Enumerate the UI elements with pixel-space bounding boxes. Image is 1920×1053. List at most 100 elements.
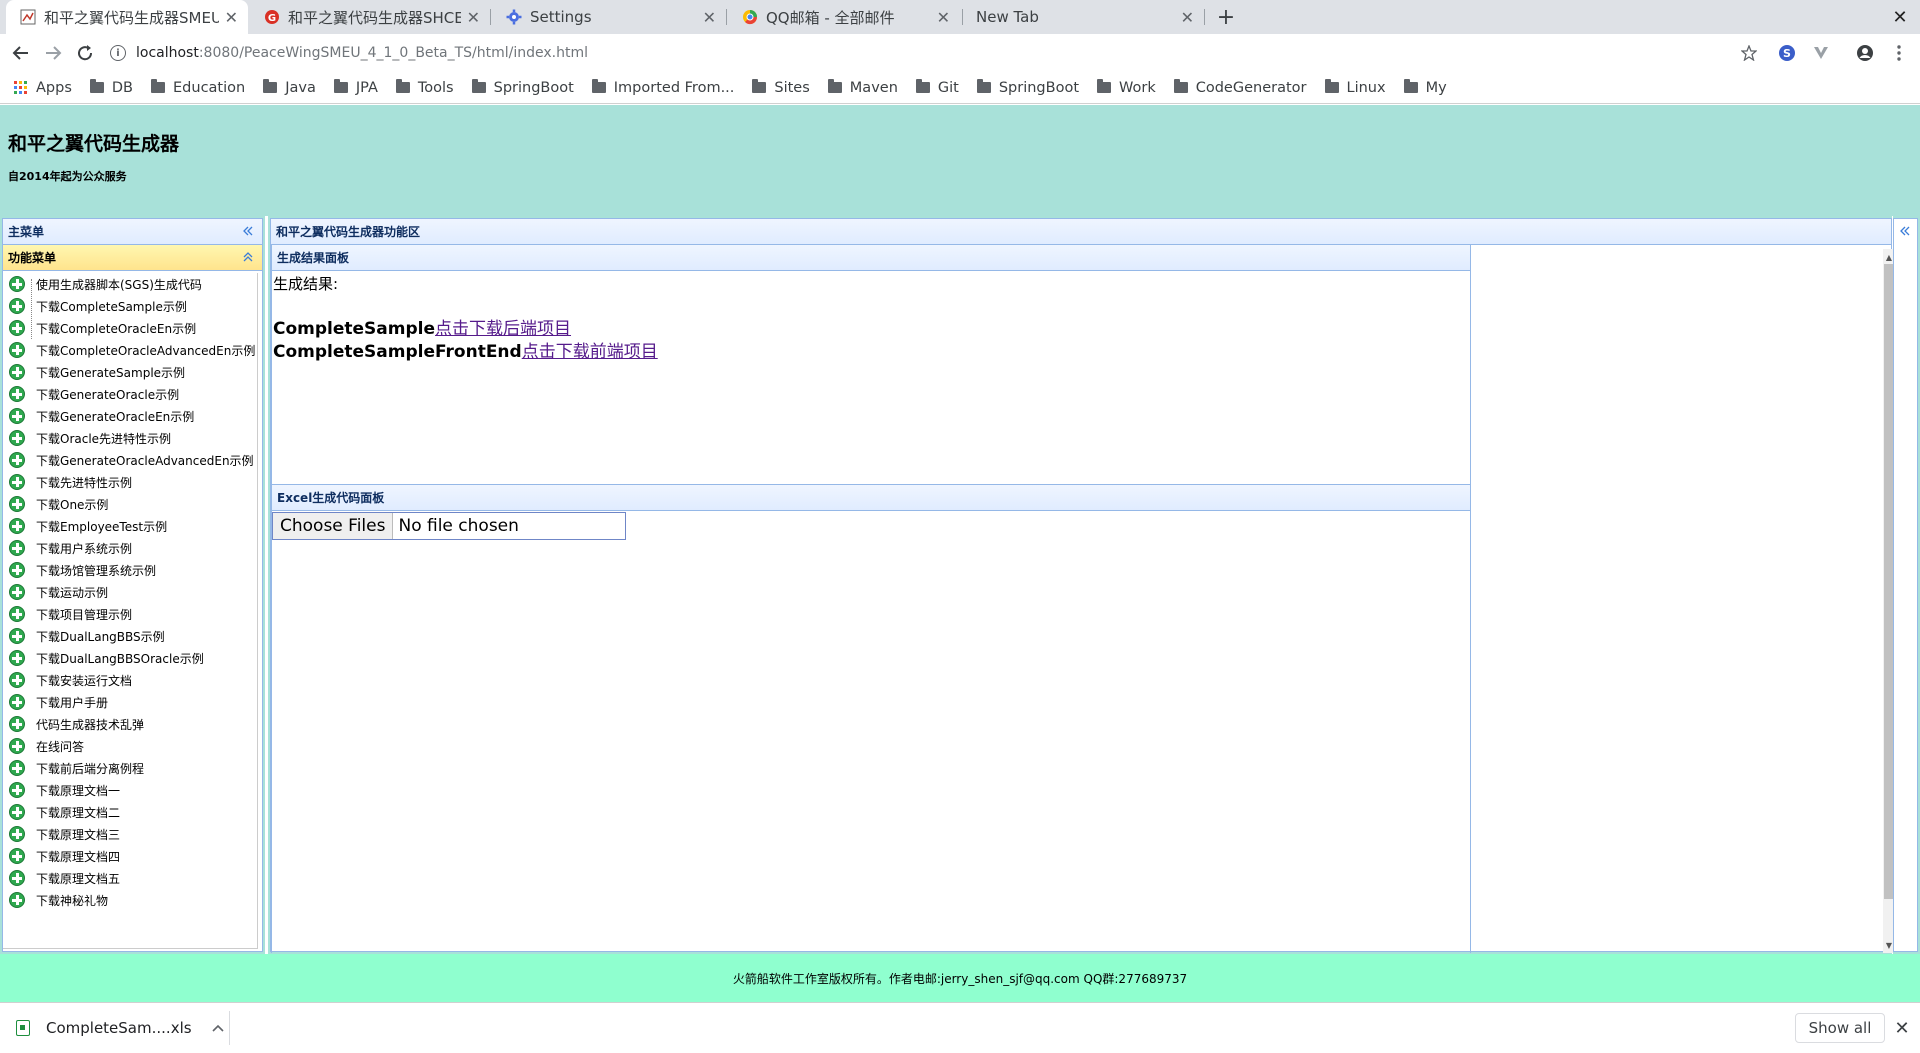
bookmark-label: Work	[1119, 79, 1156, 96]
close-icon[interactable]: ✕	[1892, 1015, 1912, 1041]
bookmark-folder[interactable]: CodeGenerator	[1173, 79, 1307, 96]
menu-item[interactable]: 下载DualLangBBS示例	[3, 625, 257, 647]
result-label: 生成结果:	[273, 275, 339, 293]
green-plus-icon	[9, 870, 25, 886]
download-frontend-link[interactable]: 点击下载前端项目	[522, 342, 658, 362]
tab-new-tab[interactable]: New Tab ✕	[964, 0, 1204, 34]
menu-item[interactable]: 下载神秘礼物	[3, 889, 257, 911]
reload-button[interactable]	[72, 40, 98, 66]
download-backend-link[interactable]: 点击下载后端项目	[435, 319, 571, 339]
tab-qq-mail[interactable]: QQ邮箱 - 全部邮件 ✕	[728, 0, 960, 34]
info-icon[interactable]: i	[110, 45, 126, 61]
menu-item[interactable]: 下载GenerateOracle示例	[3, 383, 257, 405]
menu-item[interactable]: 下载Oracle先进特性示例	[3, 427, 257, 449]
function-menu-header[interactable]: 功能菜单	[3, 245, 262, 271]
chevron-up-icon[interactable]	[211, 1020, 224, 1036]
menu-item[interactable]: 下载GenerateOracleAdvancedEn示例	[3, 449, 257, 471]
bookmark-label: Education	[173, 79, 246, 96]
menu-item[interactable]: 下载GenerateSample示例	[3, 361, 257, 383]
menu-item[interactable]: 下载场馆管理系统示例	[3, 559, 257, 581]
menu-item[interactable]: 下载原理文档二	[3, 801, 257, 823]
tab-close-icon[interactable]: ✕	[703, 8, 716, 27]
bookmark-folder[interactable]: Maven	[827, 79, 898, 96]
download-item[interactable]: CompleteSam....xls	[16, 1003, 224, 1053]
menu-item[interactable]: 下载先进特性示例	[3, 471, 257, 493]
bookmark-apps[interactable]: Apps	[14, 80, 72, 96]
tab-title: QQ邮箱 - 全部邮件	[766, 8, 895, 27]
tab-close-icon[interactable]: ✕	[1181, 8, 1194, 27]
menu-item[interactable]: 代码生成器技术乱弹	[3, 713, 257, 735]
menu-item[interactable]: 下载原理文档四	[3, 845, 257, 867]
east-collapsed-panel[interactable]	[1893, 218, 1918, 952]
green-plus-icon	[9, 496, 25, 512]
bookmark-folder[interactable]: Linux	[1324, 79, 1386, 96]
bookmark-folder[interactable]: Git	[915, 79, 959, 96]
bookmark-folder[interactable]: Sites	[752, 79, 810, 96]
tab-settings[interactable]: Settings ✕	[492, 0, 726, 34]
tab-peacewing-smeu[interactable]: 和平之翼代码生成器SMEU ✕	[6, 0, 248, 34]
menu-item[interactable]: 下载CompleteSample示例	[3, 295, 257, 317]
function-menu-list: 使用生成器脚本(SGS)生成代码 下载CompleteSample示例 下载Co…	[3, 273, 258, 949]
extension-s-icon[interactable]: S	[1776, 42, 1798, 64]
menu-item[interactable]: 下载运动示例	[3, 581, 257, 603]
tab-close-icon[interactable]: ✕	[225, 8, 238, 27]
green-plus-icon	[9, 562, 25, 578]
folder-icon	[333, 79, 348, 93]
function-area-panel: 和平之翼代码生成器功能区 生成结果面板 生成结果: CompleteSample…	[270, 218, 1895, 953]
green-plus-icon	[9, 804, 25, 820]
folder-icon	[1097, 79, 1112, 93]
menu-item[interactable]: 在线问答	[3, 735, 257, 757]
window-close-button[interactable]: ✕	[1888, 0, 1912, 34]
kebab-menu-icon[interactable]	[1888, 42, 1910, 64]
back-button[interactable]	[8, 40, 34, 66]
bookmark-folder[interactable]: Java	[263, 79, 316, 96]
menu-item[interactable]: 下载项目管理示例	[3, 603, 257, 625]
folder-icon	[263, 79, 278, 93]
menu-item[interactable]: 下载前后端分离例程	[3, 757, 257, 779]
tab-peacewing-shce[interactable]: G 和平之翼代码生成器SHCE ✕	[250, 0, 490, 34]
menu-item[interactable]: 下载原理文档一	[3, 779, 257, 801]
bookmark-label: Maven	[849, 79, 898, 96]
menu-item[interactable]: 下载CompleteOracleEn示例	[3, 317, 257, 339]
bookmark-folder[interactable]: DB	[89, 79, 133, 96]
collapse-up-icon[interactable]	[240, 249, 256, 265]
menu-item[interactable]: 下载安装运行文档	[3, 669, 257, 691]
arrow-right-icon	[46, 46, 62, 60]
bookmark-folder[interactable]: SpringBoot	[976, 79, 1079, 96]
bookmark-folder[interactable]: Imported From...	[591, 79, 734, 96]
profile-avatar-icon[interactable]	[1854, 42, 1876, 64]
menu-item[interactable]: 下载DualLangBBSOracle示例	[3, 647, 257, 669]
green-plus-icon	[9, 584, 25, 600]
menu-item[interactable]: 使用生成器脚本(SGS)生成代码	[3, 273, 257, 295]
tab-separator	[490, 9, 491, 25]
collapse-left-icon[interactable]	[240, 223, 256, 239]
menu-item-label: 下载GenerateSample示例	[36, 365, 186, 380]
bookmark-folder[interactable]: Tools	[395, 79, 454, 96]
bookmark-star-icon[interactable]	[1738, 42, 1760, 64]
menu-item[interactable]: 下载用户系统示例	[3, 537, 257, 559]
green-plus-icon	[9, 342, 25, 358]
menu-item[interactable]: 下载原理文档三	[3, 823, 257, 845]
bookmark-folder[interactable]: SpringBoot	[471, 79, 574, 96]
bookmark-folder[interactable]: JPA	[333, 79, 378, 96]
choose-files-button[interactable]: Choose Files	[273, 513, 394, 539]
bookmark-folder[interactable]: Work	[1097, 79, 1156, 96]
menu-item[interactable]: 下载GenerateOracleEn示例	[3, 405, 257, 427]
extension-v-icon[interactable]	[1810, 42, 1832, 64]
tab-close-icon[interactable]: ✕	[467, 8, 480, 27]
expand-left-icon[interactable]	[1897, 223, 1913, 239]
menu-item[interactable]: 下载用户手册	[3, 691, 257, 713]
show-all-button[interactable]: Show all	[1795, 1013, 1885, 1043]
menu-item[interactable]: 下载原理文档五	[3, 867, 257, 889]
file-upload-input[interactable]: Choose Files No file chosen	[272, 512, 626, 540]
browser-tab-strip: 和平之翼代码生成器SMEU ✕ G 和平之翼代码生成器SHCE ✕ Settin…	[0, 0, 1920, 34]
forward-button[interactable]	[40, 40, 66, 66]
menu-item[interactable]: 下载EmployeeTest示例	[3, 515, 257, 537]
new-tab-button[interactable]: +	[1212, 0, 1240, 34]
menu-item[interactable]: 下载One示例	[3, 493, 257, 515]
address-bar[interactable]: i localhost:8080/PeaceWingSMEU_4_1_0_Bet…	[110, 38, 1750, 68]
menu-item[interactable]: 下载CompleteOracleAdvancedEn示例	[3, 339, 257, 361]
bookmark-folder[interactable]: Education	[151, 79, 246, 96]
bookmark-folder[interactable]: My	[1403, 79, 1447, 96]
tab-close-icon[interactable]: ✕	[937, 8, 950, 27]
